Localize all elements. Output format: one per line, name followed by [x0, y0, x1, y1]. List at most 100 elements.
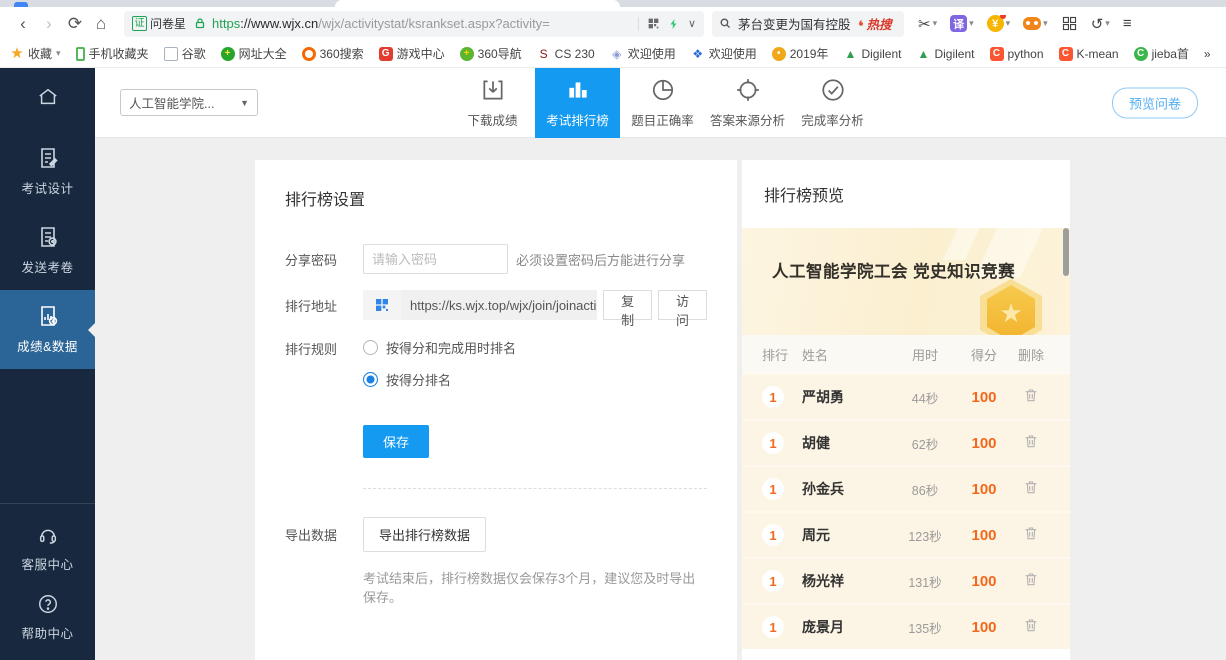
trash-icon[interactable] — [1023, 525, 1039, 541]
rank-qr-icon[interactable] — [363, 290, 401, 320]
bookmark-item[interactable]: Cpython — [990, 47, 1044, 61]
rank-rule-option[interactable]: 按得分排名 — [363, 370, 516, 389]
sidebar-item-帮助中心[interactable]: 帮助中心 — [0, 583, 95, 652]
tab-下载成绩[interactable]: 下载成绩 — [450, 68, 535, 138]
trash-icon[interactable] — [1023, 479, 1039, 495]
rank-badge: 1 — [762, 524, 784, 546]
browser-navbar: ‹ › ⟳ ⌂ 证 问卷星 https://www.wjx.cn/wjx/act… — [0, 7, 1226, 40]
sidebar-item-考试设计[interactable]: 考试设计 — [0, 132, 95, 211]
leaderboard-row: 1胡健62秒100 — [742, 419, 1070, 465]
sidebar-item-客服中心[interactable]: 客服中心 — [0, 514, 95, 583]
browser-tabstrip — [0, 0, 1226, 7]
sidebar: 考试设计发送考卷成绩&数据客服中心帮助中心 — [0, 68, 95, 660]
radio-icon[interactable] — [363, 340, 378, 355]
rank-cell: 1 — [762, 616, 802, 638]
visit-button[interactable]: 访问 — [658, 290, 707, 320]
export-label: 导出数据 — [285, 525, 363, 544]
leaderboard-row: 1周元123秒100 — [742, 511, 1070, 557]
bookmark-item[interactable]: CK-mean — [1059, 47, 1119, 61]
bookmark-item[interactable]: ★收藏▾ — [10, 45, 61, 62]
translate-action[interactable]: 译▾ — [950, 15, 974, 32]
trash-icon[interactable] — [1023, 387, 1039, 403]
ranking-banner: 人工智能学院工会 党史知识竞赛 ★ — [742, 228, 1070, 335]
time-cell: 135秒 — [894, 618, 956, 637]
bookmark-item[interactable]: 360搜索 — [302, 45, 364, 62]
save-button[interactable]: 保存 — [363, 425, 429, 458]
bookmark-favicon: ❖ — [691, 47, 705, 61]
bookmark-favicon: S — [537, 47, 551, 61]
active-browser-tab[interactable] — [335, 0, 620, 7]
bookmark-label: CS 230 — [555, 47, 595, 61]
scissors-action[interactable]: ✂▾ — [918, 15, 937, 33]
column-delete: 删除 — [1012, 345, 1050, 364]
rank-url-label: 排行地址 — [285, 296, 363, 315]
bookmark-item[interactable]: +360导航 — [460, 45, 522, 62]
sidebar-bottom-group: 客服中心帮助中心 — [0, 503, 95, 660]
trash-icon[interactable] — [1023, 617, 1039, 633]
bookmark-favicon — [164, 47, 178, 61]
wallet-action[interactable]: ¥▾ — [987, 15, 1011, 32]
chevron-down-icon[interactable]: ∨ — [688, 17, 696, 30]
bookmark-item[interactable]: S CS 230 — [537, 47, 595, 61]
tab-考试排行榜[interactable]: 考试排行榜 — [535, 68, 620, 138]
hot-search[interactable]: 热搜 — [855, 14, 892, 33]
bookmark-item[interactable]: G游戏中心 — [379, 45, 445, 62]
lightning-icon[interactable] — [668, 17, 680, 31]
translate-icon: 译 — [950, 15, 967, 32]
undo-action[interactable]: ↺▾ — [1091, 15, 1110, 33]
course-select-dropdown[interactable]: 人工智能学院... ▼ — [120, 89, 258, 116]
trash-icon[interactable] — [1023, 571, 1039, 587]
score-cell: 100 — [956, 573, 1012, 590]
forward-icon[interactable]: › — [36, 11, 62, 37]
radio-selected-icon[interactable] — [363, 372, 378, 387]
bookmark-item[interactable]: ▲Digilent — [843, 47, 901, 61]
back-icon[interactable]: ‹ — [10, 11, 36, 37]
bookmark-item[interactable]: ◈欢迎使用 — [610, 45, 676, 62]
refresh-icon[interactable]: ⟳ — [62, 11, 88, 37]
bookmark-label: 2019年 — [790, 45, 829, 62]
bookmark-item[interactable]: Cjieba首 — [1134, 45, 1189, 62]
bookmark-label: Digilent — [861, 47, 901, 61]
gamepad-action[interactable]: ▾ — [1023, 17, 1048, 30]
undo-icon: ↺ — [1091, 15, 1104, 33]
tab-题目正确率[interactable]: 题目正确率 — [620, 68, 705, 138]
bookmark-favicon: + — [460, 47, 474, 61]
score-cell: 100 — [956, 435, 1012, 452]
settings-title: 排行榜设置 — [285, 186, 707, 210]
bookmarks-bar: ★收藏▾ 手机收藏夹谷歌 +网址大全 360搜索 G游戏中心 +360导航 S CS 230 ◈… — [0, 40, 1226, 68]
home-icon[interactable]: ⌂ — [88, 11, 114, 37]
grid-action[interactable] — [1061, 15, 1078, 32]
copy-button[interactable]: 复制 — [603, 290, 652, 320]
rank-rule-option[interactable]: 按得分和完成用时排名 — [363, 338, 516, 357]
bookmark-item[interactable]: 谷歌 — [164, 45, 206, 62]
bookmark-item[interactable]: •2019年 — [772, 45, 829, 62]
menu-action[interactable]: ≡ — [1123, 15, 1132, 32]
divider — [363, 488, 707, 489]
score-cell: 100 — [956, 619, 1012, 636]
search-box[interactable]: 茅台变更为国有控股 热搜 — [712, 11, 904, 37]
bookmark-item[interactable]: 手机收藏夹 — [76, 45, 149, 62]
bookmark-item[interactable]: ❖欢迎使用 — [691, 45, 757, 62]
sidebar-item-成绩&数据[interactable]: 成绩&数据 — [0, 290, 95, 369]
time-cell: 123秒 — [894, 526, 956, 545]
sidebar-item-发送考卷[interactable]: 发送考卷 — [0, 211, 95, 290]
bookmark-item[interactable]: ▲Digilent — [916, 47, 974, 61]
tab-答案来源分析[interactable]: 答案来源分析 — [705, 68, 790, 138]
preview-questionnaire-button[interactable]: 预览问卷 — [1112, 87, 1198, 118]
sidebar-item-home[interactable] — [0, 68, 95, 132]
tab-完成率分析[interactable]: 完成率分析 — [790, 68, 875, 138]
bookmark-item[interactable]: » — [1204, 47, 1211, 61]
export-ranking-button[interactable]: 导出排行榜数据 — [363, 517, 486, 552]
site-verify-badge[interactable]: 证 问卷星 — [132, 15, 186, 32]
trash-icon[interactable] — [1023, 433, 1039, 449]
qr-code-icon[interactable] — [647, 17, 660, 30]
caret-down-icon: ▾ — [56, 48, 61, 59]
url-bar[interactable]: 证 问卷星 https://www.wjx.cn/wjx/activitysta… — [124, 11, 704, 37]
preview-scrollbar[interactable] — [1063, 228, 1069, 276]
gamepad-icon — [1023, 17, 1041, 30]
bookmark-favicon — [76, 47, 85, 61]
caret-down-icon: ▾ — [969, 18, 974, 29]
bookmark-item[interactable]: +网址大全 — [221, 45, 287, 62]
password-input[interactable] — [363, 244, 508, 274]
bookmark-label: 360导航 — [478, 45, 522, 62]
